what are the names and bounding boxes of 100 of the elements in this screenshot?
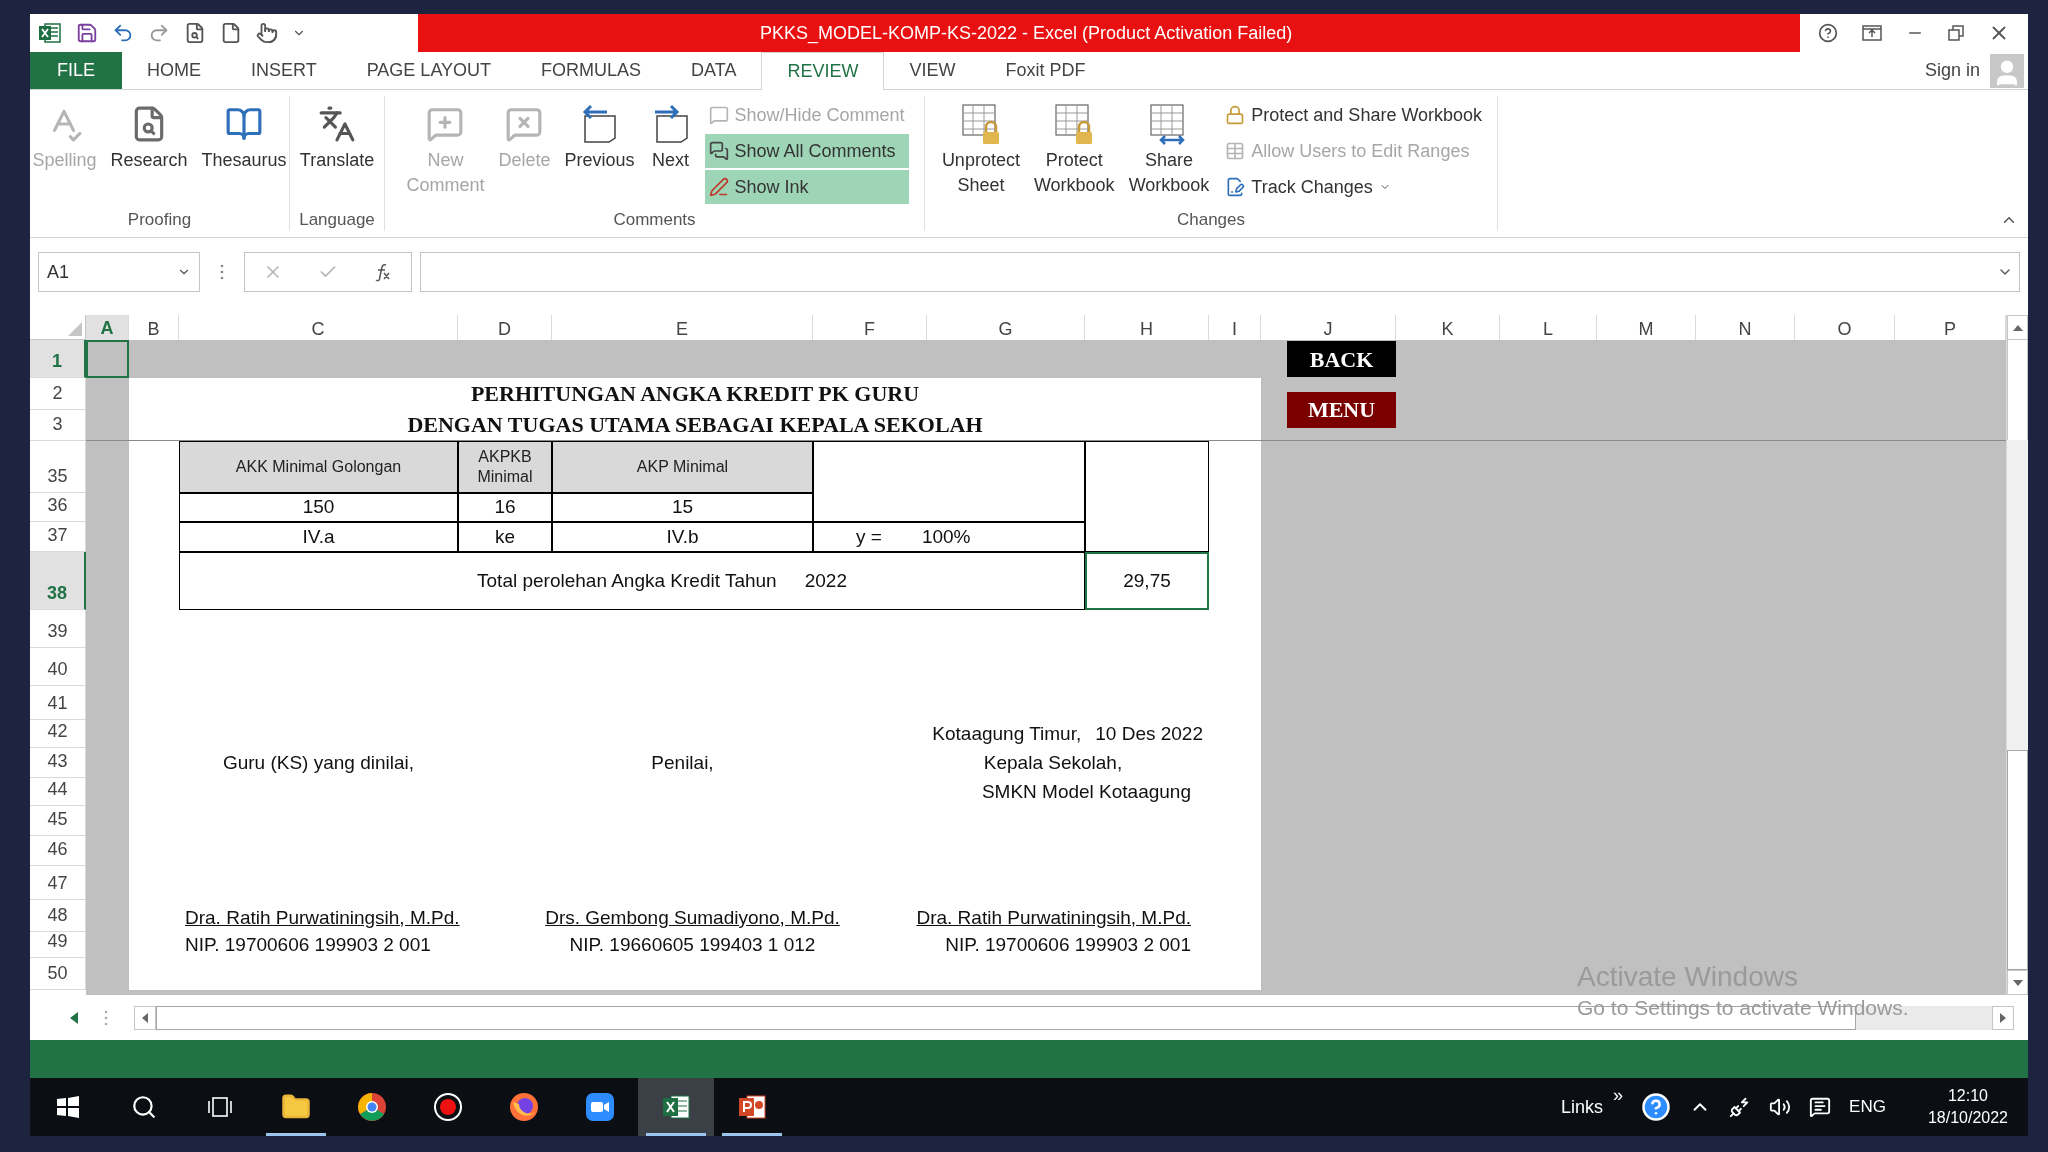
ribbon-tab[interactable]: PAGE LAYOUT [341,52,517,89]
help-icon[interactable] [1641,1092,1672,1122]
row-header[interactable]: 1 [30,340,86,378]
comment-icon [708,105,729,125]
signatory-role: Penilai, [651,750,714,775]
date-text: 10 Des 2022 [1095,721,1203,746]
ribbon-display-icon[interactable] [1862,25,1882,41]
ribbon-button[interactable]: Protect and Share Workbook [1221,98,1487,132]
scroll-thumb[interactable] [2007,340,2028,440]
signatory-nip: NIP. 19700606 199903 2 001 [945,932,1191,957]
report-title: DENGAN TUGAS UTAMA SEBAGAI KEPALA SEKOLAH [407,412,983,438]
table-cell: 29,75 [1085,552,1209,610]
toolbar-more[interactable]: » [1613,1082,1624,1109]
up-arrow-icon [2012,324,2023,331]
undo-icon[interactable] [112,22,134,44]
ribbon-button[interactable]: Previous [558,98,641,173]
file-tab[interactable]: FILE [30,52,122,89]
formula-input[interactable] [420,252,2020,292]
clock[interactable]: 12:10 18/10/2022 [1927,1085,2008,1129]
ribbon-tab[interactable]: FORMULAS [516,52,667,89]
row-header[interactable]: 38 [30,552,86,610]
touch-mode-icon[interactable] [256,22,278,44]
group-label: Comments [613,209,696,231]
place-text: Kotaagung Timur, [932,721,1082,746]
name-box[interactable]: A1 [38,252,200,292]
presentation-app-icon [737,1092,767,1122]
comments-icon [708,141,729,161]
toolbar-label[interactable]: Links [1561,1093,1604,1121]
video-call-icon [585,1092,615,1122]
grip-icon [220,264,224,280]
taskbar-app[interactable] [638,1078,714,1136]
previous-sheet-icon[interactable] [70,1011,78,1024]
redo-icon[interactable] [148,22,170,44]
report-title: PERHITUNGAN ANGKA KREDIT PK GURU [470,381,920,407]
macro-button[interactable]: MENU [1287,391,1396,428]
table-cell: 15 [552,493,813,522]
table-header-cell: AKK Minimal Golongan [179,441,458,493]
scroll-right-button[interactable] [1992,1005,2014,1030]
browser-icon [357,1092,387,1122]
ribbon-button[interactable]: Show Ink [704,170,909,204]
ribbon-button[interactable]: Protect Workbook [1027,98,1121,198]
total-year: 2022 [804,568,847,593]
task-view-icon[interactable] [206,1095,234,1119]
ribbon-tab[interactable]: HOME [122,52,226,89]
table-header-cell: AKPKB Minimal [458,441,552,493]
table-icon [1225,141,1246,161]
language-indicator[interactable]: ENG [1849,1094,1886,1120]
signatory-name: Dra. Ratih Purwatiningsih, M.Pd. [916,905,1191,930]
lock-icon [1225,105,1246,125]
signatory-nip: NIP. 19700606 199903 2 001 [185,932,431,957]
volume-icon[interactable] [1769,1096,1792,1118]
window-title: PKKS_MODEL-KOMP-KS-2022 - Excel (Product Activation Failed) [760,21,1293,46]
signatory-name: Drs. Gembong Sumadiyono, M.Pd. [545,905,840,930]
ribbon-button[interactable]: Show All Comments [704,134,909,168]
save-icon[interactable] [76,22,98,44]
notification-icon[interactable] [1809,1096,1832,1118]
school-name: SMKN Model Kotaagung [981,779,1191,804]
total-label: Total perolehan Angka Kredit Tahun [477,568,777,593]
signatory-name: Dra. Ratih Purwatiningsih, M.Pd. [185,905,460,930]
table-cell: 16 [458,493,552,522]
scroll-left-button[interactable] [134,1005,156,1030]
new-document-icon[interactable] [220,22,242,44]
down-arrow-icon [2012,979,2023,986]
comment-delete-icon [505,105,544,143]
right-arrow-icon [2000,1012,2006,1023]
ribbon-tab[interactable]: INSERT [226,52,342,89]
restore-icon[interactable] [1948,25,1964,41]
ribbon-tab[interactable]: REVIEW [761,52,885,90]
ribbon-button[interactable]: Translate [293,98,381,173]
group-label: Language [299,209,375,231]
ribbon-button[interactable]: Research [104,98,194,173]
table-cell: 150 [179,493,458,522]
book-icon [225,105,264,143]
ribbon-button[interactable]: Share Workbook [1122,98,1216,198]
ribbon-button[interactable]: Unprotect Sheet [935,98,1026,198]
ribbon-button[interactable]: Next [642,98,699,173]
scroll-up-button[interactable] [2007,315,2028,340]
left-arrow-icon [142,1012,148,1023]
scroll-thumb[interactable] [2007,750,2028,970]
pen-icon [708,177,729,197]
print-preview-icon[interactable] [184,22,206,44]
active-cell[interactable] [86,340,129,378]
table-cell: IV.b [552,522,813,552]
macro-button[interactable]: BACK [1287,341,1396,377]
help-icon[interactable] [1818,23,1838,43]
signatory-role: Kepala Sekolah, [983,750,1123,775]
spreadsheet-app-icon [661,1092,691,1122]
ribbon-tab[interactable]: DATA [666,52,762,89]
ribbon-tab[interactable]: Foxit PDF [980,52,1111,89]
search-icon[interactable] [131,1094,157,1120]
sign-in-link[interactable]: Sign in [1924,57,1980,84]
signatory-nip: NIP. 19660605 199403 1 012 [569,932,816,957]
group-label: Changes [1176,209,1246,231]
ribbon-tab[interactable]: VIEW [884,52,981,89]
fox-browser-icon [509,1092,539,1122]
ribbon-button[interactable]: Thesaurus [195,98,293,173]
spreadsheet-logo-icon [38,21,62,45]
windows-logo-icon[interactable] [56,1095,80,1119]
ribbon-button[interactable]: Track Changes [1221,170,1487,204]
scroll-down-button[interactable] [2007,970,2028,995]
